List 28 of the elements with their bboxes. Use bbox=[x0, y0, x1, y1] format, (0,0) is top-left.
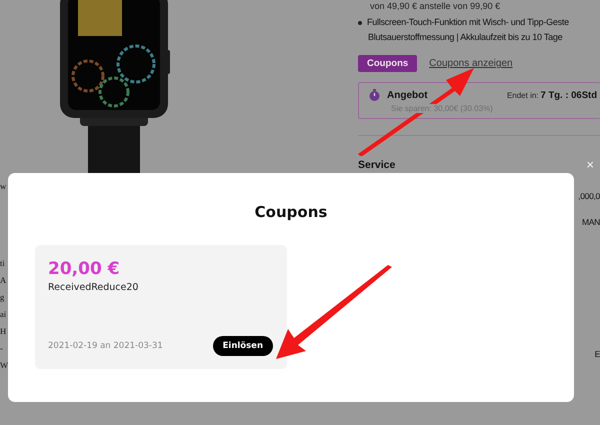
cut-off-text: MAN bbox=[582, 217, 600, 227]
cut-off-text: ti bbox=[0, 257, 5, 270]
price-text: von 49,90 € anstelle von 99,90 € bbox=[370, 1, 502, 12]
service-heading: Service bbox=[358, 159, 396, 171]
cut-off-text: w bbox=[0, 180, 6, 193]
cut-off-text: W bbox=[0, 359, 8, 372]
close-button[interactable]: × bbox=[580, 158, 600, 172]
feature-text: Fullscreen-Touch-Funktion mit Wisch- und Tipp-Geste bbox=[367, 16, 569, 29]
redeem-button[interactable]: Einlösen bbox=[212, 336, 273, 356]
feature-text: Blutsauerstoffmessung | Akkulaufzeit bis zu 10 Tage bbox=[368, 31, 562, 44]
dialog-title: Coupons bbox=[254, 203, 328, 221]
offer-title: Angebot bbox=[387, 90, 428, 100]
cut-off-text: E bbox=[594, 349, 600, 359]
coupon-amount: 20,00 € bbox=[48, 259, 121, 279]
cut-off-text: H bbox=[0, 325, 6, 338]
validity-dates: 2021-02-19 an 2021-03-31 bbox=[48, 341, 163, 351]
cut-off-text: ,000,0 bbox=[578, 191, 600, 201]
stopwatch-icon bbox=[369, 89, 380, 101]
cut-off-text: g bbox=[0, 291, 4, 304]
ends-label: Endet in: bbox=[506, 90, 539, 100]
bullet-icon bbox=[358, 20, 362, 24]
coupons-link[interactable]: Coupons anzeigen bbox=[429, 58, 513, 69]
coupon-code: ReceivedReduce20 bbox=[48, 282, 140, 293]
cut-off-text: ai bbox=[0, 308, 6, 321]
coupons-badge: Coupons bbox=[358, 55, 418, 72]
cut-off-text: A bbox=[0, 274, 6, 287]
countdown-text: 7 Tg. : 06Std bbox=[540, 90, 597, 100]
cut-off-text: - bbox=[0, 342, 3, 355]
